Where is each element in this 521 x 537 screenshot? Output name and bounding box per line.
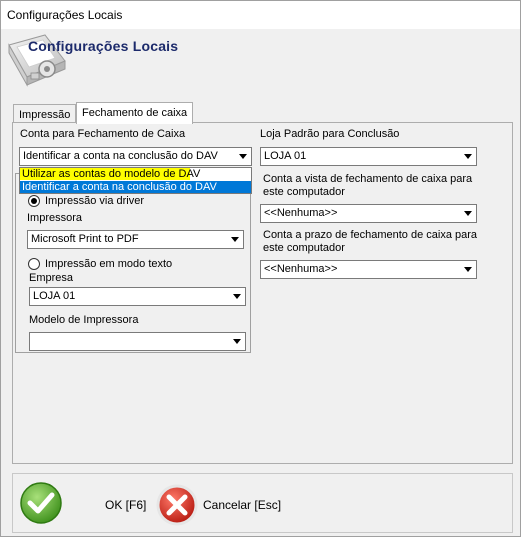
- conta-fechamento-value: Identificar a conta na conclusão do DAV: [23, 150, 218, 162]
- chevron-down-icon[interactable]: [229, 289, 244, 304]
- empresa-value: LOJA 01: [33, 290, 76, 302]
- conta-prazo-combo[interactable]: <<Nenhuma>>: [260, 260, 477, 279]
- chevron-down-icon[interactable]: [227, 232, 242, 247]
- chevron-down-icon[interactable]: [235, 149, 250, 164]
- settings-window: Configurações Locais Configurações Locai…: [0, 0, 521, 537]
- cancel-button[interactable]: Cancelar [Esc]: [203, 498, 281, 512]
- empresa-label: Empresa: [29, 272, 74, 284]
- conta-vista-combo[interactable]: <<Nenhuma>>: [260, 204, 477, 223]
- impressora-value: Microsoft Print to PDF: [31, 233, 139, 245]
- conta-prazo-value: <<Nenhuma>>: [264, 263, 338, 275]
- tab-impressao-label: Impressão: [19, 109, 71, 121]
- conta-vista-label-line1: Conta a vista de fechamento de caixa par…: [263, 173, 473, 185]
- conta-vista-label-line2: este computador: [263, 186, 345, 198]
- window-title: Configurações Locais: [7, 8, 123, 22]
- conta-fechamento-combo[interactable]: Identificar a conta na conclusão do DAV: [19, 147, 252, 166]
- title-bar: Configurações Locais: [1, 1, 520, 29]
- header-title: Configurações Locais: [28, 38, 179, 54]
- dropdown-option-conclusao-dav[interactable]: Identificar a conta na conclusão do DAV: [20, 181, 251, 193]
- modelo-impressora-label: Modelo de Impressora: [29, 314, 139, 326]
- impressao-texto-radio[interactable]: [28, 258, 40, 270]
- loja-padrao-value: LOJA 01: [264, 150, 307, 162]
- dropdown-option-modelo-dav[interactable]: Utilizar as contas do modelo de DAV: [20, 168, 200, 180]
- impressao-driver-label: Impressão via driver: [45, 195, 145, 207]
- header-banner: Configurações Locais: [1, 29, 520, 97]
- tab-fechamento-de-caixa[interactable]: Fechamento de caixa: [76, 102, 193, 124]
- conta-vista-value: <<Nenhuma>>: [264, 207, 338, 219]
- conta-prazo-label-line2: este computador: [263, 242, 345, 254]
- impressao-texto-label: Impressão em modo texto: [45, 258, 173, 270]
- tab-fechamento-label: Fechamento de caixa: [82, 107, 188, 119]
- tab-impressao[interactable]: Impressão: [13, 104, 76, 123]
- impressora-label: Impressora: [27, 212, 83, 224]
- empresa-combo[interactable]: LOJA 01: [29, 287, 246, 306]
- loja-padrao-combo[interactable]: LOJA 01: [260, 147, 477, 166]
- conta-prazo-label-line1: Conta a prazo de fechamento de caixa par…: [263, 229, 478, 241]
- chevron-down-icon[interactable]: [460, 206, 475, 221]
- chevron-down-icon[interactable]: [460, 262, 475, 277]
- ok-check-icon[interactable]: [19, 481, 63, 525]
- ok-button[interactable]: OK [F6]: [105, 498, 146, 512]
- impressao-driver-radio[interactable]: [28, 195, 40, 207]
- conta-fechamento-label: Conta para Fechamento de Caixa: [20, 128, 186, 140]
- cancel-x-icon[interactable]: [155, 483, 199, 527]
- chevron-down-icon[interactable]: [229, 334, 244, 349]
- impressora-combo[interactable]: Microsoft Print to PDF: [27, 230, 244, 249]
- chevron-down-icon[interactable]: [460, 149, 475, 164]
- loja-padrao-label: Loja Padrão para Conclusão: [260, 128, 400, 140]
- conta-fechamento-dropdown: Utilizar as contas do modelo de DAV Iden…: [19, 167, 252, 194]
- modelo-impressora-combo[interactable]: [29, 332, 246, 351]
